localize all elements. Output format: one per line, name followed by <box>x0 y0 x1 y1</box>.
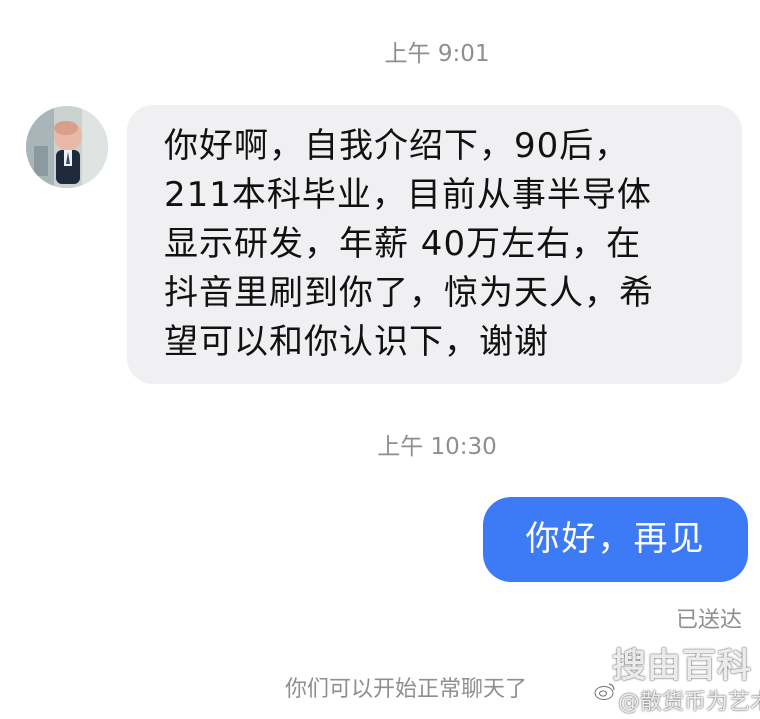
avatar[interactable] <box>26 106 108 188</box>
weibo-logo-icon <box>594 683 615 700</box>
message-line: 211本科毕业，目前从事半导体 <box>164 175 652 215</box>
message-line: 你好啊，自我介绍下，90后， <box>164 126 630 166</box>
timestamp: 上午 9:01 <box>384 41 490 67</box>
system-note: 你们可以开始正常聊天了 <box>285 677 528 702</box>
message-line: 望可以和你认识下，谢谢 <box>164 322 549 362</box>
message-line: 显示研发，年薪 40万左右，在 <box>164 224 642 264</box>
timestamp: 上午 10:30 <box>377 434 497 460</box>
outgoing-message-bubble[interactable]: 你好，再见 <box>483 497 748 582</box>
avatar-image-icon <box>26 106 108 188</box>
delivery-status: 已送达 <box>675 608 742 633</box>
incoming-message-bubble[interactable]: 你好啊，自我介绍下，90后， 211本科毕业，目前从事半导体 显示研发，年薪 4… <box>127 105 742 384</box>
watermark-text: 搜由百科 <box>612 646 752 686</box>
message-line: 抖音里刷到你了，惊为天人，希 <box>164 273 654 313</box>
watermark-handle: @散货币为艺术 <box>618 690 760 715</box>
